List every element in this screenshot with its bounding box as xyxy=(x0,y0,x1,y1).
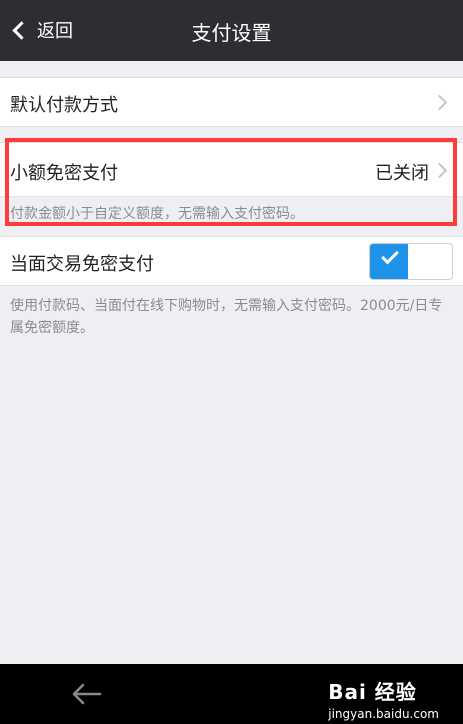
title-bar: 返回 支付设置 xyxy=(0,0,463,61)
system-nav-bar: Bai 经验 jingyan.baidu.com xyxy=(0,664,463,724)
face-to-face-pay-hint: 使用付款码、当面付在线下购物时，无需输入支付密码。2000元/日专属免密额度。 xyxy=(10,298,443,336)
watermark: Bai 经验 jingyan.baidu.com xyxy=(328,676,439,721)
default-payment-row[interactable]: 默认付款方式 xyxy=(0,77,463,127)
default-payment-label: 默认付款方式 xyxy=(10,95,118,116)
face-to-face-pay-toggle[interactable] xyxy=(369,243,453,280)
checkmark-icon xyxy=(381,246,399,265)
arrow-left-icon[interactable] xyxy=(70,682,102,706)
watermark-url: jingyan.baidu.com xyxy=(328,707,439,721)
chevron-right-icon xyxy=(431,94,448,111)
watermark-logo: Bai 经验 xyxy=(328,680,417,704)
highlight-annotation xyxy=(5,138,457,226)
toggle-on-segment xyxy=(370,244,408,279)
face-to-face-pay-label: 当面交易免密支付 xyxy=(10,254,154,275)
face-to-face-pay-row: 当面交易免密支付 xyxy=(0,236,463,286)
page-title: 支付设置 xyxy=(191,21,272,45)
